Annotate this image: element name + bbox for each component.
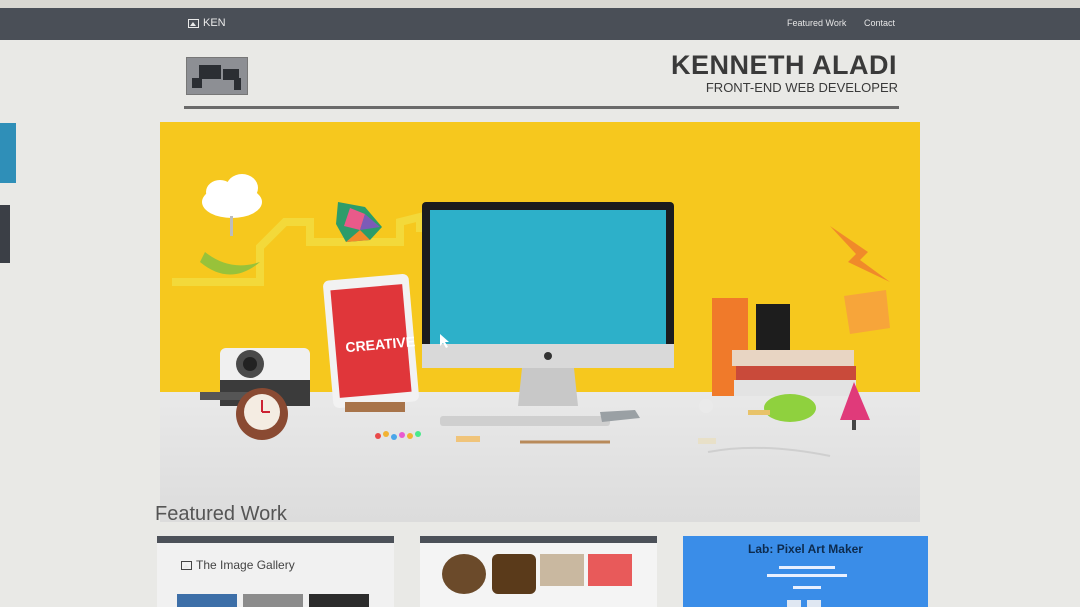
featured-work-heading: Featured Work bbox=[155, 503, 287, 525]
header-divider bbox=[184, 106, 899, 109]
nav-link-featured-work[interactable]: Featured Work bbox=[787, 18, 846, 28]
card-title: The Image Gallery bbox=[196, 558, 295, 572]
header-name: KENNETH ALADI bbox=[671, 50, 897, 80]
banana-icon bbox=[200, 252, 260, 275]
sticky-note-icon bbox=[844, 290, 890, 334]
book-stack bbox=[732, 350, 854, 366]
card-title: Lab: Pixel Art Maker bbox=[748, 542, 863, 556]
image-icon bbox=[181, 560, 192, 570]
keyboard-icon bbox=[440, 416, 610, 426]
brand-link[interactable]: KEN bbox=[188, 17, 226, 29]
lightning-icon bbox=[830, 226, 890, 282]
project-card-pixel-art-maker[interactable]: Lab: Pixel Art Maker bbox=[683, 536, 928, 607]
nav-link-contact[interactable]: Contact bbox=[864, 18, 895, 28]
image-icon bbox=[188, 18, 199, 28]
project-card-food[interactable] bbox=[420, 536, 657, 607]
header-subtitle: FRONT-END WEB DEVELOPER bbox=[705, 80, 898, 95]
popsicle-icon bbox=[764, 394, 816, 422]
top-navbar: KEN Featured Work Contact bbox=[0, 8, 1080, 40]
food-thumb bbox=[540, 554, 584, 586]
food-thumb bbox=[492, 554, 536, 594]
hero-image: CREATIVE bbox=[160, 122, 920, 522]
logo-devices bbox=[186, 57, 248, 95]
side-tab-blue bbox=[0, 123, 16, 183]
food-thumb bbox=[442, 554, 486, 594]
side-tab-dark bbox=[0, 205, 10, 263]
food-thumb bbox=[588, 554, 632, 586]
brand-label: KEN bbox=[203, 17, 226, 29]
browser-tab-strip bbox=[0, 0, 1080, 8]
project-card-image-gallery[interactable]: The Image Gallery bbox=[157, 536, 394, 607]
hero-illustration: CREATIVE bbox=[172, 174, 890, 457]
